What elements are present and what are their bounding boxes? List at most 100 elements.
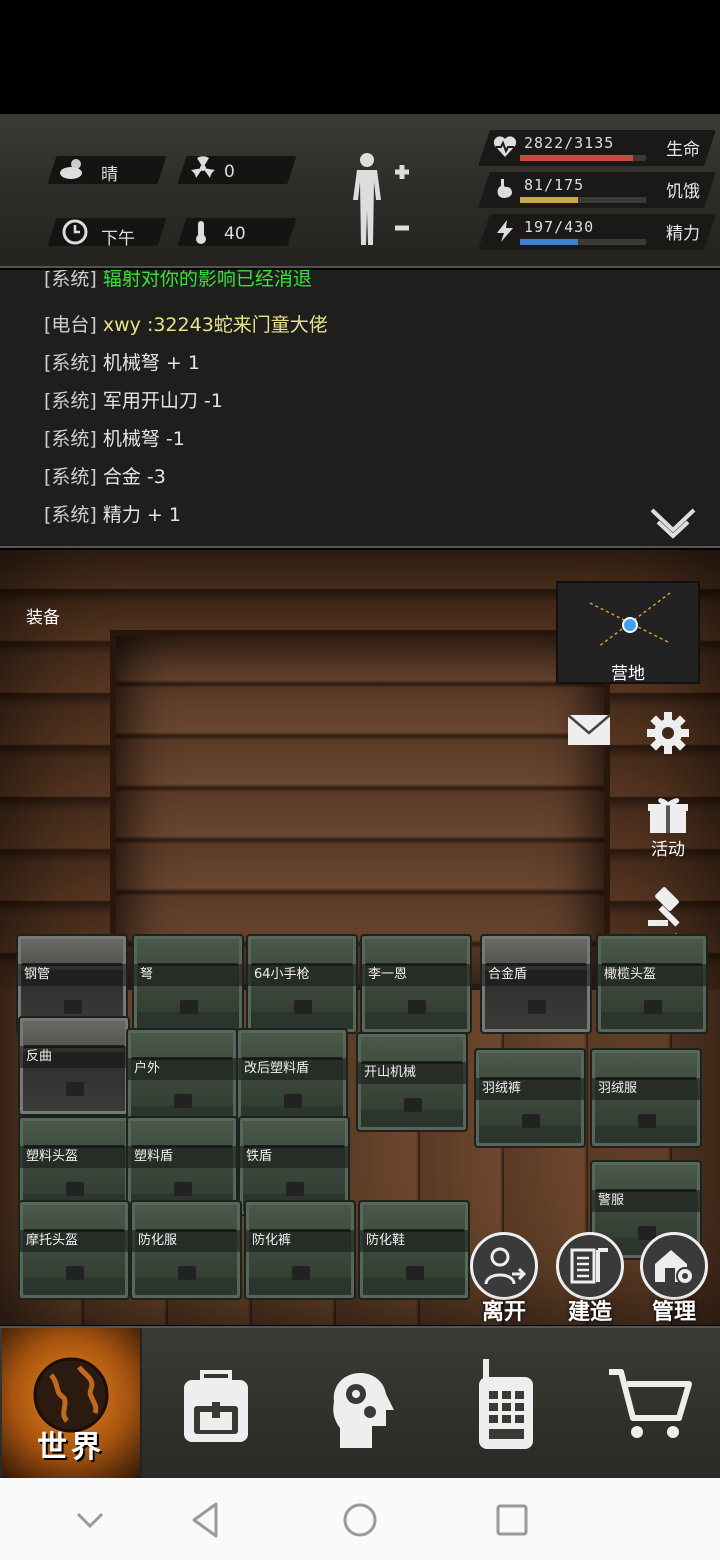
crate-label: 铁盾: [240, 1146, 348, 1168]
build-plan-icon: [570, 1248, 608, 1284]
crate-label: 开山机械: [358, 1062, 466, 1084]
time-label: 下午: [101, 229, 135, 249]
settings-button[interactable]: [633, 710, 703, 756]
nav-backpack[interactable]: [146, 1328, 286, 1480]
crate-latch: [286, 1182, 304, 1196]
crate-latch: [174, 1094, 192, 1108]
storage-crate[interactable]: 64小手枪: [246, 934, 358, 1034]
crate-latch: [66, 1082, 84, 1096]
crate-label: 羽绒服: [592, 1078, 700, 1100]
crate-label: 羽绒裤: [476, 1078, 584, 1100]
map-node-icon: [589, 592, 671, 648]
nav-shop[interactable]: [580, 1328, 720, 1480]
radio-icon: [479, 1359, 533, 1449]
build-button[interactable]: 建造: [552, 1232, 628, 1326]
hunger-value: 81/175: [524, 176, 585, 194]
crate-latch: [406, 1266, 424, 1280]
body-status-button[interactable]: [345, 150, 425, 250]
log-line: [系统] 辐射对你的影响已经消退: [44, 270, 312, 291]
storage-crate[interactable]: 防化裤: [244, 1200, 356, 1300]
storage-crate[interactable]: 羽绒服: [590, 1048, 702, 1148]
log-message: xwy :32243蛇来门童大佬: [102, 314, 328, 336]
lightning-icon: [497, 220, 513, 242]
heart-icon: [493, 136, 517, 157]
activity-button[interactable]: 活动: [633, 795, 703, 860]
crate-latch: [180, 1000, 198, 1014]
crate-label: 防化服: [132, 1230, 240, 1252]
log-tag: [系统]: [44, 428, 97, 450]
crate-label: 户外: [128, 1058, 236, 1080]
radiation-value: 0: [224, 162, 235, 182]
storage-crate[interactable]: 弩: [132, 934, 244, 1034]
storage-crate[interactable]: 反曲: [18, 1016, 130, 1116]
skills-head-icon: [333, 1372, 394, 1448]
message-log[interactable]: [系统] 辐射对你的影响已经消退 [电台] xwy :32243蛇来门童大佬 [系统…: [0, 270, 720, 548]
log-tag: [系统]: [44, 390, 97, 412]
storage-crate[interactable]: 防化服: [130, 1200, 242, 1300]
chevron-down-icon[interactable]: [68, 1498, 112, 1542]
log-line: [系统] 精力 + 1: [44, 500, 181, 527]
gavel-icon: [648, 887, 680, 927]
minimap-button[interactable]: 营地: [556, 581, 700, 684]
home-circle-icon[interactable]: [338, 1498, 382, 1542]
nav-world-label: 世界: [37, 1430, 105, 1465]
crate-latch: [174, 1182, 192, 1196]
activity-label: 活动: [651, 840, 685, 860]
thermometer-icon: [186, 218, 216, 248]
chevron-down-icon[interactable]: [650, 508, 696, 540]
storage-crate[interactable]: 合金盾: [480, 934, 592, 1034]
crate-latch: [522, 1114, 540, 1128]
back-triangle-icon[interactable]: [184, 1498, 228, 1542]
hunger-stat: 81/175 饥饿: [478, 172, 716, 208]
weather-label: 晴: [101, 165, 118, 185]
health-stat: 2822/3135 生命: [478, 130, 716, 166]
health-value: 2822/3135: [524, 134, 615, 152]
build-label: 建造: [567, 1300, 612, 1325]
log-tag: [系统]: [44, 504, 97, 526]
log-tag: [系统]: [44, 270, 97, 290]
nav-world[interactable]: 世界: [2, 1328, 142, 1480]
crate-label: 塑料头盔: [20, 1146, 128, 1168]
log-message: 辐射对你的影响已经消退: [102, 270, 312, 290]
crate-latch: [528, 1000, 546, 1014]
crate-latch: [404, 1098, 422, 1112]
mail-button[interactable]: [554, 713, 624, 747]
manage-button[interactable]: 管理: [636, 1232, 712, 1326]
crate-label: 防化鞋: [360, 1230, 468, 1252]
crate-label: 摩托头盔: [20, 1230, 128, 1252]
log-message: 军用开山刀 -1: [102, 390, 223, 412]
crate-label: 64小手枪: [248, 964, 356, 986]
storage-crate[interactable]: 开山机械: [356, 1032, 468, 1132]
crate-label: 橄榄头盔: [598, 964, 706, 986]
log-tag: [系统]: [44, 466, 97, 488]
crate-latch: [294, 1000, 312, 1014]
clock-icon: [60, 218, 90, 248]
storage-crate[interactable]: 羽绒裤: [474, 1048, 586, 1148]
crate-latch: [408, 1000, 426, 1014]
storage-crate[interactable]: 防化鞋: [358, 1200, 470, 1300]
storage-crate[interactable]: 橄榄头盔: [596, 934, 708, 1034]
crate-label: 李一恩: [362, 964, 470, 986]
storage-crate[interactable]: 摩托头盔: [18, 1200, 130, 1300]
crate-label: 塑料盾: [128, 1146, 236, 1168]
gear-icon: [647, 712, 689, 754]
nav-skills[interactable]: [290, 1328, 430, 1480]
energy-stat: 197/430 精力: [478, 214, 716, 250]
storage-crate[interactable]: 李一恩: [360, 934, 472, 1034]
recent-apps-icon[interactable]: [490, 1498, 534, 1542]
stomach-icon: [497, 179, 512, 198]
log-message: 精力 + 1: [102, 504, 181, 526]
crate-label: 防化裤: [246, 1230, 354, 1252]
crate-label: 改后塑料盾: [238, 1058, 346, 1080]
crate-label: 反曲: [20, 1046, 128, 1068]
leave-button[interactable]: 离开: [466, 1232, 542, 1326]
storage-crate[interactable]: 户外: [126, 1028, 238, 1128]
log-message: 合金 -3: [102, 466, 166, 488]
storage-crate[interactable]: 改后塑料盾: [236, 1028, 348, 1128]
person-exit-icon: [484, 1247, 526, 1285]
log-tag: [系统]: [44, 352, 97, 374]
crate-latch: [644, 1000, 662, 1014]
energy-value: 197/430: [524, 218, 595, 236]
log-tag: [电台]: [44, 314, 97, 336]
nav-radio[interactable]: [436, 1328, 576, 1480]
